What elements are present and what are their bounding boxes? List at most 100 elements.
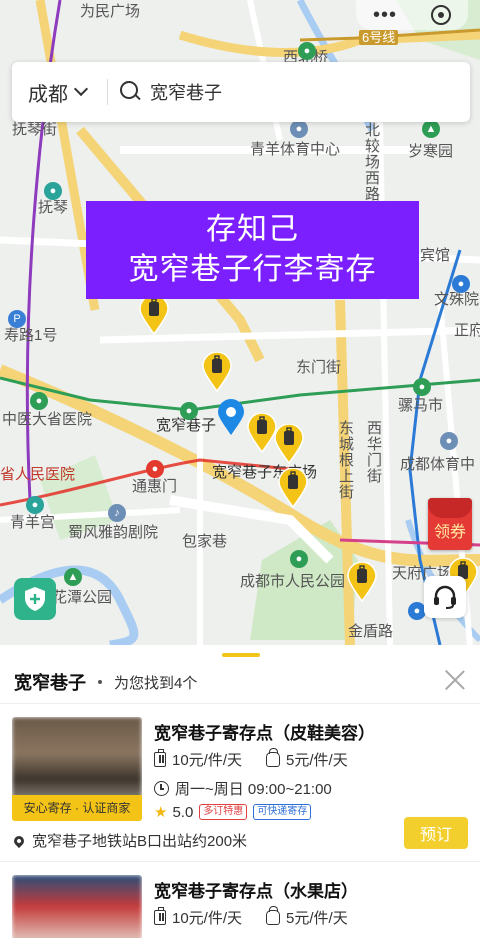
coupon-label: 领券 — [433, 524, 466, 541]
map-label-beijiao: 北较场西路 — [363, 122, 380, 202]
clock-icon — [154, 781, 169, 796]
map-label-zhongyi: 中医大省医院 — [2, 411, 93, 428]
bag-icon — [266, 748, 281, 767]
map-label-kuanzhai-station: 宽窄巷子 — [156, 417, 217, 434]
map-label-shengrenmin: 省人民医院 — [0, 466, 76, 483]
address-row: 宽窄巷子地铁站B口出站约200米 — [11, 830, 248, 851]
city-selector[interactable]: 成都 — [12, 78, 105, 107]
stadium-icon: ● — [440, 432, 458, 450]
map-label-binguan: 宾馆 — [420, 247, 451, 264]
banner-line-1: 存知己 — [206, 213, 299, 246]
bag-price: 5元/件/天 — [286, 752, 348, 769]
city-name: 成都 — [28, 83, 68, 106]
map-label-renmin-park: 成都市人民公园 — [240, 573, 346, 590]
storage-pin[interactable] — [347, 562, 377, 602]
luggage-icon — [154, 907, 166, 925]
storage-card[interactable]: 宽窄巷子寄存点（水果店） 10元/件/天 5元/件/天 — [0, 873, 480, 938]
storage-card[interactable]: 安心寄存 · 认证商家 宽窄巷子寄存点（皮鞋美容） 10元/件/天 5元/件/天… — [0, 715, 480, 861]
park-icon: ▲ — [422, 120, 440, 138]
luggage-price: 10元/件/天 — [172, 910, 243, 927]
star-icon: ★ — [154, 804, 168, 821]
hours-row: 周一~周日 09:00~21:00 — [154, 778, 332, 799]
location-pin-icon — [11, 833, 27, 848]
luggage-icon — [154, 749, 166, 767]
map-label-luomashi: 骡马市 — [398, 397, 444, 414]
storage-photo — [12, 875, 142, 938]
storage-pin[interactable] — [278, 468, 308, 508]
map-label-tiyuzhongxin: 成都体育中 — [400, 456, 476, 473]
more-dots-icon[interactable]: ••• — [373, 5, 397, 25]
sheet-title: 宽窄巷子 — [14, 673, 86, 693]
chevron-down-icon — [73, 81, 89, 97]
bag-price: 5元/件/天 — [286, 910, 348, 927]
shield-icon — [25, 587, 45, 611]
metro-station-icon: ● — [452, 275, 470, 293]
storage-photo: 安心寄存 · 认证商家 — [12, 717, 142, 821]
storage-pin[interactable] — [202, 352, 232, 392]
map-label-tonghuimen: 通惠门 — [132, 478, 178, 495]
map-label-jinyu: 金盾路 — [348, 623, 394, 640]
map-view[interactable]: 为民广场 西北桥 6号线 抚琴街 青羊体育中心 岁寒园 北较场西路 抚琴 宾馆 … — [0, 0, 480, 645]
result-count: 为您找到4个 — [114, 674, 198, 692]
discount-badge: 多订特惠 — [199, 804, 248, 820]
theater-icon: ♪ — [108, 504, 126, 522]
stadium-icon: ● — [290, 120, 308, 138]
map-label-shufeng: 蜀风雅韵剧院 — [68, 524, 159, 541]
camera-icon: ● — [290, 550, 308, 568]
luggage-price: 10元/件/天 — [172, 752, 243, 769]
close-icon[interactable] — [444, 669, 466, 691]
banner-line-2: 宽窄巷子行李寄存 — [128, 253, 377, 286]
sheet-handle[interactable] — [222, 653, 260, 657]
map-label-line6: 6号线 — [359, 30, 399, 45]
opening-hours: 周一~周日 09:00~21:00 — [175, 781, 332, 798]
map-label-fuqinjie: 抚琴街 — [12, 121, 58, 138]
metro-station-icon: ● — [146, 460, 164, 478]
price-row: 10元/件/天 5元/件/天 — [154, 748, 348, 770]
target-icon[interactable] — [430, 5, 451, 25]
map-label-suihanyuan: 岁寒园 — [408, 143, 454, 160]
metro-station-icon: ● — [30, 392, 48, 410]
bag-icon — [266, 906, 281, 925]
map-label-dongcheng: 东城根上街 — [337, 420, 354, 500]
express-badge: 可快递寄存 — [253, 804, 312, 820]
map-label-wenshuyuan: 文殊院 — [434, 291, 480, 308]
map-label-baojia: 包家巷 — [182, 533, 228, 550]
insurance-button[interactable] — [14, 578, 56, 620]
metro-station-icon: ● — [180, 402, 198, 420]
certified-tag: 安心寄存 · 认证商家 — [12, 795, 142, 821]
search-bar: 成都 — [12, 62, 470, 122]
customer-service-button[interactable] — [424, 576, 466, 618]
search-icon — [120, 81, 142, 103]
address-text: 宽窄巷子地铁站B口出站约200米 — [32, 833, 248, 850]
map-label-qingyanggong: 青羊宫 — [10, 514, 56, 531]
map-label-qingyang-tiyu: 青羊体育中心 — [250, 141, 341, 158]
divider — [0, 861, 480, 862]
map-label-dongmenjie: 东门街 — [296, 359, 342, 376]
storage-name: 宽窄巷子寄存点（皮鞋美容） — [154, 724, 375, 743]
promo-banner: 存知己 宽窄巷子行李寄存 — [86, 201, 419, 299]
divider — [0, 703, 480, 704]
map-label-fuqin: 抚琴 — [38, 199, 69, 216]
storage-pin[interactable] — [247, 413, 277, 453]
storage-pin[interactable] — [139, 295, 169, 335]
bus-station-icon: ● — [26, 496, 44, 514]
rating-value: 5.0 — [172, 803, 194, 821]
map-label-ximen: 西华门街 — [365, 420, 382, 484]
rating-row: ★ 5.0 多订特惠 可快递寄存 — [154, 803, 312, 821]
search-input[interactable] — [150, 81, 450, 103]
storage-pin[interactable] — [274, 424, 304, 464]
park-icon: ▲ — [64, 568, 82, 586]
price-row: 10元/件/天 5元/件/天 — [154, 906, 348, 928]
map-label-weiminguangchang: 为民广场 — [80, 3, 141, 20]
book-button[interactable]: 预订 — [404, 817, 468, 849]
sheet-header: 宽窄巷子 为您找到4个 — [14, 667, 466, 697]
metro-station-icon: ● — [298, 42, 316, 60]
map-label-huatan: 花潭公园 — [52, 589, 113, 606]
map-label-shoulu: 寿路1号 — [4, 327, 58, 344]
bus-station-icon: ● — [44, 182, 62, 200]
current-location-icon — [218, 399, 244, 435]
coupon-button[interactable]: 领券 — [428, 498, 472, 550]
metro-station-icon: ● — [413, 378, 431, 396]
bullet-separator — [98, 680, 102, 684]
map-label-zhengfu: 正府 — [454, 322, 480, 339]
